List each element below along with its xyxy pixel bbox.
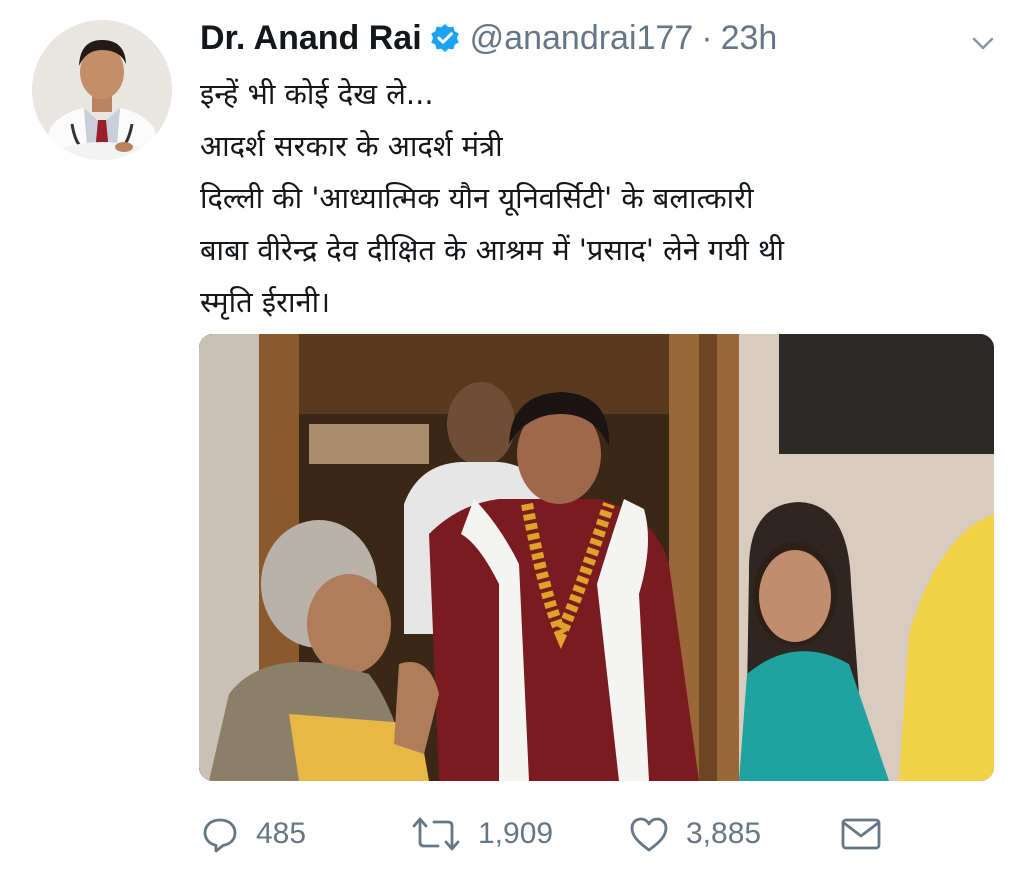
display-name[interactable]: Dr. Anand Rai	[200, 19, 422, 58]
avatar-image	[32, 20, 172, 160]
retweet-count: 1,909	[478, 817, 554, 850]
chevron-down-icon[interactable]	[970, 30, 996, 56]
tweet-text: इन्हें भी कोई देख ले... आदर्श सरकार के आ…	[200, 68, 990, 328]
heart-icon	[628, 814, 670, 854]
user-handle[interactable]: @anandrai177	[470, 19, 694, 58]
tweet-actions: 485 1,909 3,885	[200, 806, 900, 862]
separator-dot: ·	[701, 18, 713, 57]
verified-badge-icon	[430, 23, 460, 53]
photo-image	[199, 334, 994, 781]
reply-count: 485	[256, 817, 307, 850]
tweet-line: आदर्श सरकार के आदर्श मंत्री	[200, 129, 503, 163]
tweet-card[interactable]: Dr. Anand Rai @anandrai177 · 23h इन्हें …	[0, 0, 1024, 872]
reply-icon	[200, 814, 240, 854]
tweet-header: Dr. Anand Rai @anandrai177 · 23h	[200, 14, 777, 62]
tweet-line: बाबा वीरेन्द्र देव दीक्षित के आश्रम में …	[200, 233, 784, 267]
tweet-photo[interactable]	[199, 334, 994, 781]
tweet-line: दिल्ली की 'आध्यात्मिक यौन यूनिवर्सिटी' क…	[200, 181, 754, 215]
tweet-line: स्मृति ईरानी।	[200, 285, 331, 319]
reply-button[interactable]: 485	[200, 806, 306, 862]
retweet-button[interactable]: 1,909	[410, 806, 553, 862]
envelope-icon	[840, 816, 882, 852]
timestamp[interactable]: 23h	[721, 19, 778, 58]
tweet-line: इन्हें भी कोई देख ले...	[200, 77, 434, 111]
direct-message-button[interactable]	[840, 806, 882, 862]
avatar[interactable]	[32, 20, 172, 160]
like-count: 3,885	[686, 817, 762, 850]
retweet-icon	[410, 814, 462, 854]
like-button[interactable]: 3,885	[628, 806, 761, 862]
